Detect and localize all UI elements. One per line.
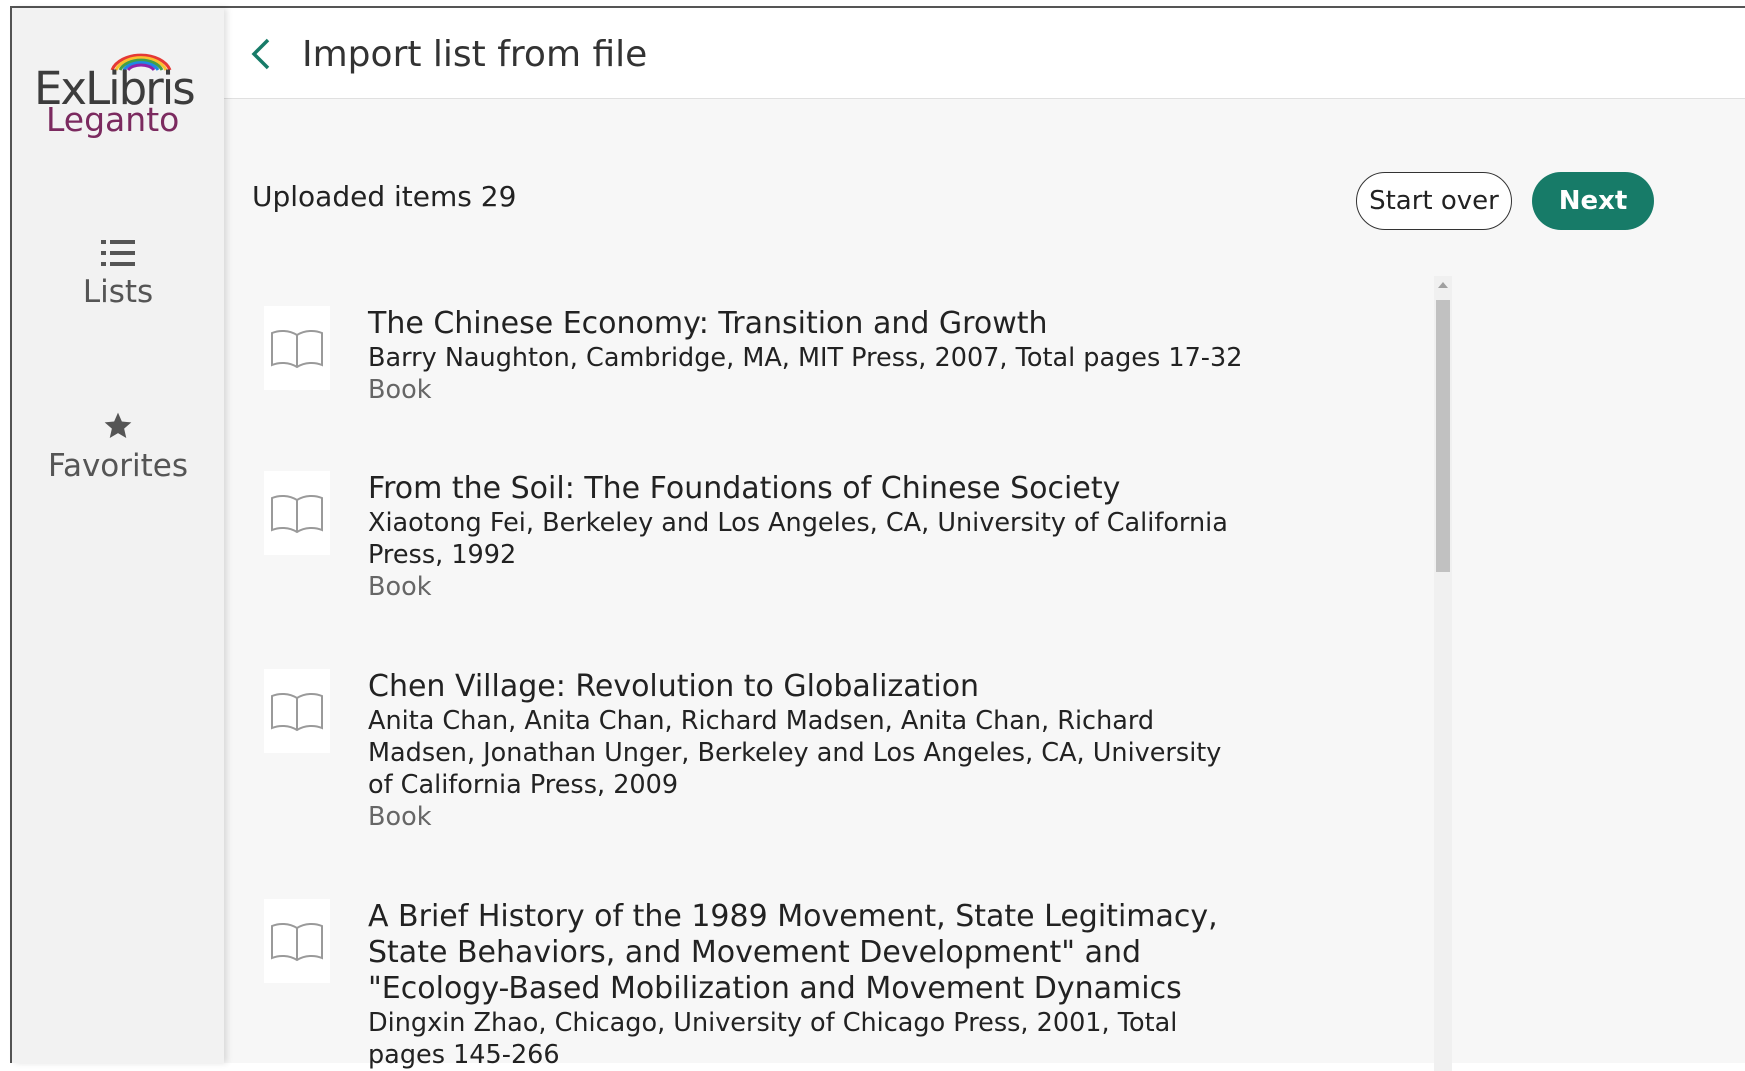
book-icon bbox=[271, 692, 323, 732]
start-over-button[interactable]: Start over bbox=[1356, 172, 1512, 230]
list-icon bbox=[101, 240, 135, 266]
sidebar-item-label: Lists bbox=[82, 274, 154, 310]
page-title: Import list from file bbox=[302, 34, 648, 75]
sidebar-item-favorites[interactable]: Favorites bbox=[12, 410, 224, 484]
item-type: Book bbox=[368, 572, 432, 602]
star-icon bbox=[104, 412, 132, 438]
item-meta: Xiaotong Fei, Berkeley and Los Angeles, … bbox=[368, 508, 1228, 570]
item-title[interactable]: The Chinese Economy: Transition and Grow… bbox=[368, 306, 1248, 342]
sidebar-item-label: Favorites bbox=[47, 448, 189, 484]
item-type: Book bbox=[368, 375, 432, 405]
back-button[interactable] bbox=[246, 34, 276, 74]
next-button[interactable]: Next bbox=[1532, 172, 1654, 230]
item-thumbnail bbox=[264, 471, 330, 555]
item-thumbnail bbox=[264, 669, 330, 753]
book-icon bbox=[271, 922, 323, 962]
item-title[interactable]: Chen Village: Revolution to Globalizatio… bbox=[368, 669, 1248, 705]
item-details: From the Soil: The Foundations of Chines… bbox=[368, 471, 1248, 603]
item-details: A Brief History of the 1989 Movement, St… bbox=[368, 899, 1248, 1071]
item-thumbnail bbox=[264, 306, 330, 390]
item-thumbnail bbox=[264, 899, 330, 983]
sidebar-item-lists[interactable]: Lists bbox=[12, 238, 224, 310]
item-title[interactable]: From the Soil: The Foundations of Chines… bbox=[368, 471, 1248, 507]
item-type: Book bbox=[368, 802, 432, 832]
uploaded-items-count: Uploaded items 29 bbox=[252, 180, 517, 213]
book-icon bbox=[271, 494, 323, 534]
item-meta: Dingxin Zhao, Chicago, University of Chi… bbox=[368, 1008, 1178, 1070]
scroll-up-arrow-icon[interactable] bbox=[1438, 282, 1448, 288]
page-header: Import list from file bbox=[224, 8, 1745, 99]
item-details: Chen Village: Revolution to Globalizatio… bbox=[368, 669, 1248, 833]
item-details: The Chinese Economy: Transition and Grow… bbox=[368, 306, 1248, 406]
item-title[interactable]: A Brief History of the 1989 Movement, St… bbox=[368, 899, 1248, 1007]
scrollbar-thumb[interactable] bbox=[1436, 300, 1450, 572]
list-scrollbar[interactable] bbox=[1434, 276, 1452, 1071]
item-meta: Anita Chan, Anita Chan, Richard Madsen, … bbox=[368, 706, 1222, 800]
book-icon bbox=[271, 329, 323, 369]
exlibris-leganto-logo[interactable]: ExLibris Leganto bbox=[34, 48, 204, 139]
sidebar: ExLibris Leganto Lists Favorites bbox=[12, 8, 224, 1063]
app-window: ExLibris Leganto Lists Favorites Import … bbox=[10, 6, 1745, 1071]
item-meta: Barry Naughton, Cambridge, MA, MIT Press… bbox=[368, 343, 1243, 373]
logo-leganto-text: Leganto bbox=[46, 100, 180, 139]
chevron-left-icon bbox=[251, 38, 270, 70]
